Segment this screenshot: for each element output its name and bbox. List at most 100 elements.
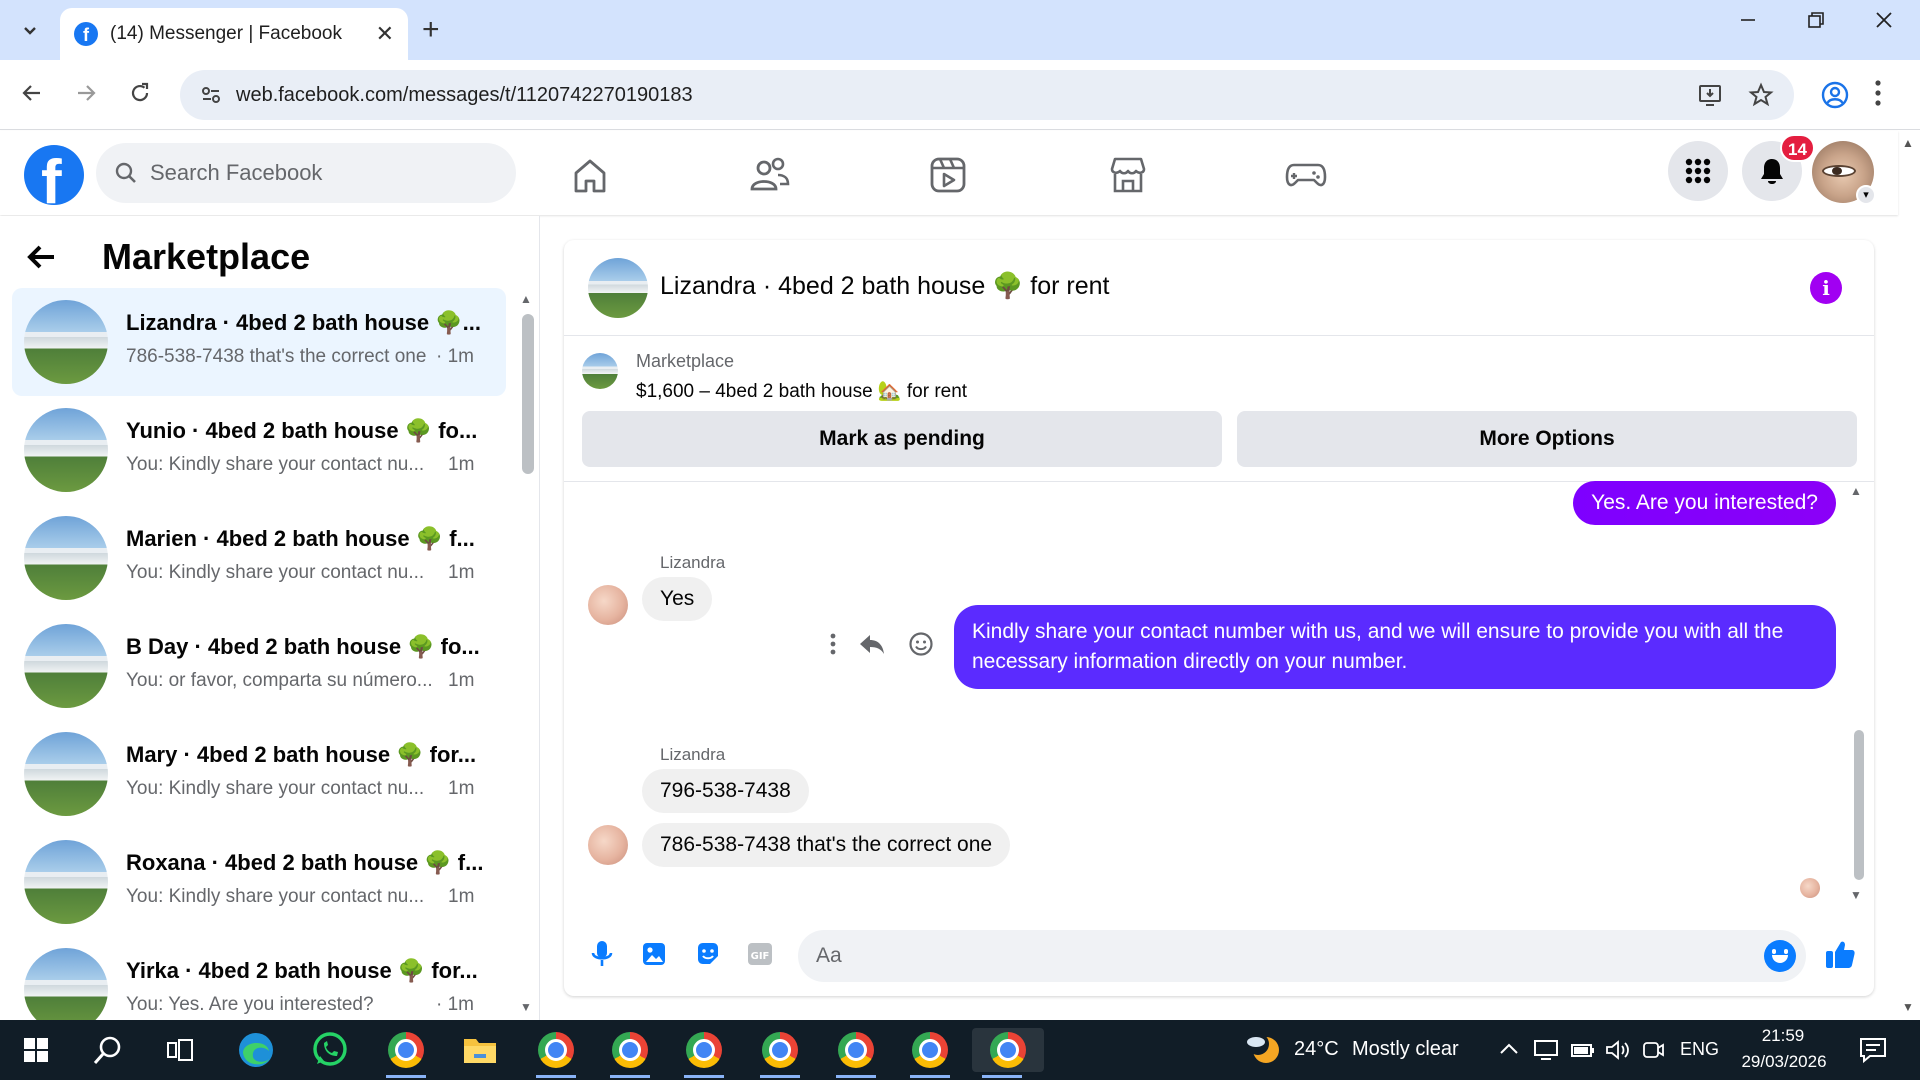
taskbar-chrome-7[interactable] bbox=[900, 1028, 960, 1078]
conversation-item[interactable]: Lizandra · 4bed 2 bath house 🌳... 786-538… bbox=[12, 288, 506, 396]
tab-close-button[interactable]: ✕ bbox=[376, 21, 394, 47]
chevron-down-icon[interactable]: ▾ bbox=[1856, 185, 1876, 205]
chat-header: Lizandra · 4bed 2 bath house 🌳 for rent … bbox=[564, 240, 1874, 336]
mark-as-pending-button[interactable]: Mark as pending bbox=[582, 411, 1222, 467]
sticker-button[interactable] bbox=[692, 938, 724, 970]
gaming-icon[interactable] bbox=[1284, 153, 1328, 197]
browser-menu-icon[interactable] bbox=[1874, 78, 1882, 108]
incoming-message[interactable]: Yes bbox=[642, 577, 713, 621]
install-app-icon[interactable] bbox=[1698, 82, 1724, 108]
conversation-item[interactable]: Mary · 4bed 2 bath house 🌳 for... You: Ki… bbox=[12, 720, 506, 828]
taskbar-chrome-6[interactable] bbox=[826, 1028, 886, 1078]
marketplace-icon[interactable] bbox=[1106, 153, 1150, 197]
browser-tab-messenger[interactable]: f (14) Messenger | Facebook ✕ bbox=[60, 8, 408, 60]
meet-now-icon[interactable] bbox=[1640, 1038, 1666, 1062]
search-icon bbox=[93, 1036, 121, 1064]
tab-search-button[interactable] bbox=[10, 12, 50, 48]
forward-button[interactable] bbox=[68, 78, 104, 114]
input-language[interactable]: ENG bbox=[1680, 1039, 1719, 1060]
facebook-logo-icon[interactable]: f bbox=[24, 145, 84, 205]
reload-button[interactable] bbox=[122, 78, 158, 114]
new-tab-button[interactable]: + bbox=[422, 14, 440, 46]
emoji-icon[interactable] bbox=[1764, 940, 1796, 972]
taskbar-chrome-1[interactable] bbox=[376, 1028, 436, 1078]
conversation-item[interactable]: Roxana · 4bed 2 bath house 🌳 f... You: Ki… bbox=[12, 828, 506, 936]
taskbar-chrome-3[interactable] bbox=[600, 1028, 660, 1078]
chat-scroll-down-arrow[interactable]: ▼ bbox=[1850, 888, 1862, 902]
conversation-list-scrollbar[interactable] bbox=[522, 314, 534, 474]
gif-button[interactable]: GIF bbox=[744, 938, 776, 970]
task-view-button[interactable] bbox=[150, 1028, 210, 1072]
clock-date[interactable]: 29/03/2026 bbox=[1734, 1052, 1834, 1072]
chevron-up-icon[interactable] bbox=[1498, 1040, 1520, 1058]
bookmark-star-icon[interactable] bbox=[1748, 82, 1774, 108]
sender-avatar[interactable] bbox=[588, 825, 628, 865]
info-icon[interactable]: i bbox=[1810, 272, 1842, 304]
outgoing-message[interactable]: Kindly share your contact number with us… bbox=[954, 605, 1836, 689]
notification-center-icon[interactable] bbox=[1858, 1036, 1888, 1064]
incoming-message[interactable]: 796-538-7438 bbox=[642, 769, 809, 813]
message-input[interactable]: Aa bbox=[798, 930, 1806, 982]
start-button[interactable] bbox=[6, 1028, 66, 1072]
more-dots-icon[interactable] bbox=[830, 633, 836, 655]
back-arrow-icon[interactable] bbox=[24, 240, 58, 274]
listing-thumbnail[interactable] bbox=[588, 258, 648, 318]
conversation-snippet: You: Yes. Are you interested? bbox=[126, 994, 374, 1015]
scroll-down-arrow[interactable]: ▼ bbox=[520, 1000, 532, 1014]
reply-icon[interactable] bbox=[858, 632, 886, 656]
chat-title[interactable]: Lizandra · 4bed 2 bath house 🌳 for rent bbox=[660, 272, 1109, 301]
back-button[interactable] bbox=[14, 78, 50, 114]
conversation-item[interactable]: B Day · 4bed 2 bath house 🌳 fo... You: or… bbox=[12, 612, 506, 720]
battery-icon[interactable] bbox=[1570, 1038, 1596, 1062]
weather-temperature[interactable]: 24°C bbox=[1294, 1038, 1339, 1061]
more-options-button[interactable]: More Options bbox=[1237, 411, 1857, 467]
minimize-button[interactable] bbox=[1728, 10, 1768, 36]
conversation-item[interactable]: Marien · 4bed 2 bath house 🌳 f... You: Ki… bbox=[12, 504, 506, 612]
attach-photo-button[interactable] bbox=[638, 938, 670, 970]
chat-scrollbar[interactable] bbox=[1854, 730, 1864, 880]
menu-button[interactable] bbox=[1668, 141, 1728, 201]
weather-description[interactable]: Mostly clear bbox=[1352, 1038, 1459, 1061]
taskbar-chrome-5[interactable] bbox=[750, 1028, 810, 1078]
chat-scroll-up-arrow[interactable]: ▲ bbox=[1850, 484, 1862, 498]
taskbar-chrome-2[interactable] bbox=[526, 1028, 586, 1078]
sender-avatar[interactable] bbox=[588, 585, 628, 625]
listing-price-title[interactable]: $1,600 – 4bed 2 bath house 🏡 for rent bbox=[636, 379, 967, 403]
listing-small-thumbnail[interactable] bbox=[582, 353, 618, 389]
like-button[interactable] bbox=[1824, 938, 1856, 970]
marketplace-header: Marketplace bbox=[24, 236, 310, 278]
voice-clip-button[interactable] bbox=[586, 938, 618, 970]
conversation-item[interactable]: Yunio · 4bed 2 bath house 🌳 fo... You: Ki… bbox=[12, 396, 506, 504]
browser-profile-icon[interactable] bbox=[1820, 80, 1850, 110]
facebook-favicon-icon: f bbox=[74, 22, 98, 46]
sender-name: Lizandra bbox=[660, 745, 726, 764]
taskbar-chrome-active[interactable] bbox=[972, 1028, 1044, 1078]
taskbar-file-explorer[interactable] bbox=[450, 1028, 510, 1072]
incoming-message[interactable]: 786-538-7438 that's the correct one bbox=[642, 823, 1011, 867]
network-icon[interactable] bbox=[1532, 1038, 1560, 1062]
restore-button[interactable] bbox=[1796, 10, 1836, 36]
scroll-up-arrow[interactable]: ▲ bbox=[520, 292, 532, 306]
conversation-thumbnail bbox=[24, 948, 108, 1020]
page-scroll-up-arrow[interactable]: ▲ bbox=[1902, 136, 1914, 150]
address-bar[interactable]: web.facebook.com/messages/t/112074227019… bbox=[180, 70, 1794, 120]
taskbar-whatsapp[interactable] bbox=[300, 1028, 360, 1072]
conversation-item[interactable]: Yirka · 4bed 2 bath house 🌳 for... You: Y… bbox=[12, 936, 506, 1020]
volume-icon[interactable] bbox=[1604, 1038, 1632, 1062]
outgoing-message[interactable]: Yes. Are you interested? bbox=[1573, 481, 1836, 525]
video-icon[interactable] bbox=[926, 153, 970, 197]
close-window-button[interactable] bbox=[1864, 10, 1904, 36]
taskbar-search-button[interactable] bbox=[78, 1028, 138, 1072]
folder-icon bbox=[464, 1039, 496, 1063]
page-scroll-down-arrow[interactable]: ▼ bbox=[1902, 1000, 1914, 1014]
taskbar-chrome-4[interactable] bbox=[674, 1028, 734, 1078]
conversation-name: Lizandra · 4bed 2 bath house 🌳... bbox=[126, 310, 481, 335]
weather-moon-icon[interactable] bbox=[1244, 1032, 1282, 1068]
taskbar-edge[interactable] bbox=[226, 1028, 286, 1072]
site-settings-icon[interactable] bbox=[200, 84, 222, 106]
react-emoji-icon[interactable] bbox=[908, 631, 934, 657]
facebook-search-input[interactable]: Search Facebook bbox=[96, 143, 516, 203]
clock-time[interactable]: 21:59 bbox=[1738, 1026, 1828, 1046]
friends-icon[interactable] bbox=[748, 153, 792, 197]
home-icon[interactable] bbox=[568, 153, 612, 197]
